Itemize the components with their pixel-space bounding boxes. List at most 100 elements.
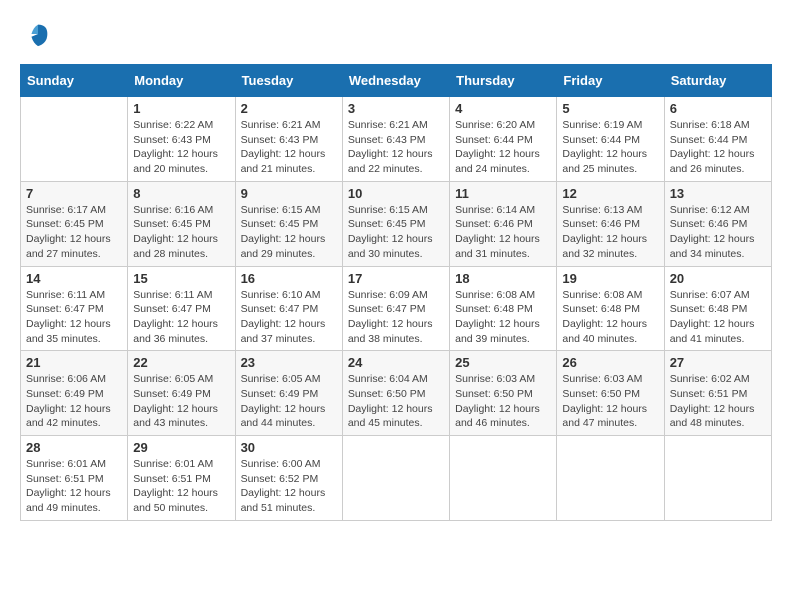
day-number: 5 xyxy=(562,101,658,116)
calendar-cell xyxy=(450,436,557,521)
sunset-text: Sunset: 6:45 PM xyxy=(348,218,426,230)
sunset-text: Sunset: 6:50 PM xyxy=(455,388,533,400)
calendar-cell: 14 Sunrise: 6:11 AM Sunset: 6:47 PM Dayl… xyxy=(21,266,128,351)
day-number: 22 xyxy=(133,355,229,370)
sunrise-text: Sunrise: 6:15 AM xyxy=(241,204,321,216)
logo xyxy=(20,20,52,48)
sunrise-text: Sunrise: 6:18 AM xyxy=(670,119,750,131)
day-number: 8 xyxy=(133,186,229,201)
daylight-text: Daylight: 12 hours and 20 minutes. xyxy=(133,148,218,175)
calendar-cell: 17 Sunrise: 6:09 AM Sunset: 6:47 PM Dayl… xyxy=(342,266,449,351)
calendar-cell: 20 Sunrise: 6:07 AM Sunset: 6:48 PM Dayl… xyxy=(664,266,771,351)
calendar-cell xyxy=(342,436,449,521)
daylight-text: Daylight: 12 hours and 35 minutes. xyxy=(26,318,111,345)
daylight-text: Daylight: 12 hours and 29 minutes. xyxy=(241,233,326,260)
day-number: 30 xyxy=(241,440,337,455)
calendar-week-2: 7 Sunrise: 6:17 AM Sunset: 6:45 PM Dayli… xyxy=(21,181,772,266)
calendar-week-5: 28 Sunrise: 6:01 AM Sunset: 6:51 PM Dayl… xyxy=(21,436,772,521)
sunset-text: Sunset: 6:51 PM xyxy=(670,388,748,400)
day-info: Sunrise: 6:18 AM Sunset: 6:44 PM Dayligh… xyxy=(670,118,766,177)
day-info: Sunrise: 6:06 AM Sunset: 6:49 PM Dayligh… xyxy=(26,372,122,431)
calendar-cell: 16 Sunrise: 6:10 AM Sunset: 6:47 PM Dayl… xyxy=(235,266,342,351)
daylight-text: Daylight: 12 hours and 27 minutes. xyxy=(26,233,111,260)
day-info: Sunrise: 6:08 AM Sunset: 6:48 PM Dayligh… xyxy=(562,288,658,347)
calendar-cell: 4 Sunrise: 6:20 AM Sunset: 6:44 PM Dayli… xyxy=(450,97,557,182)
day-number: 11 xyxy=(455,186,551,201)
day-info: Sunrise: 6:22 AM Sunset: 6:43 PM Dayligh… xyxy=(133,118,229,177)
day-info: Sunrise: 6:19 AM Sunset: 6:44 PM Dayligh… xyxy=(562,118,658,177)
calendar-table: SundayMondayTuesdayWednesdayThursdayFrid… xyxy=(20,64,772,521)
calendar-cell: 21 Sunrise: 6:06 AM Sunset: 6:49 PM Dayl… xyxy=(21,351,128,436)
day-info: Sunrise: 6:00 AM Sunset: 6:52 PM Dayligh… xyxy=(241,457,337,516)
sunset-text: Sunset: 6:51 PM xyxy=(26,473,104,485)
day-number: 24 xyxy=(348,355,444,370)
sunrise-text: Sunrise: 6:13 AM xyxy=(562,204,642,216)
day-info: Sunrise: 6:21 AM Sunset: 6:43 PM Dayligh… xyxy=(348,118,444,177)
daylight-text: Daylight: 12 hours and 37 minutes. xyxy=(241,318,326,345)
sunrise-text: Sunrise: 6:16 AM xyxy=(133,204,213,216)
sunrise-text: Sunrise: 6:15 AM xyxy=(348,204,428,216)
calendar-cell: 18 Sunrise: 6:08 AM Sunset: 6:48 PM Dayl… xyxy=(450,266,557,351)
daylight-text: Daylight: 12 hours and 31 minutes. xyxy=(455,233,540,260)
daylight-text: Daylight: 12 hours and 41 minutes. xyxy=(670,318,755,345)
calendar-cell: 19 Sunrise: 6:08 AM Sunset: 6:48 PM Dayl… xyxy=(557,266,664,351)
sunrise-text: Sunrise: 6:22 AM xyxy=(133,119,213,131)
sunset-text: Sunset: 6:45 PM xyxy=(241,218,319,230)
sunset-text: Sunset: 6:44 PM xyxy=(670,134,748,146)
day-number: 3 xyxy=(348,101,444,116)
sunset-text: Sunset: 6:44 PM xyxy=(562,134,640,146)
day-number: 21 xyxy=(26,355,122,370)
sunset-text: Sunset: 6:46 PM xyxy=(562,218,640,230)
sunset-text: Sunset: 6:47 PM xyxy=(133,303,211,315)
day-info: Sunrise: 6:02 AM Sunset: 6:51 PM Dayligh… xyxy=(670,372,766,431)
sunrise-text: Sunrise: 6:01 AM xyxy=(26,458,106,470)
day-number: 4 xyxy=(455,101,551,116)
daylight-text: Daylight: 12 hours and 42 minutes. xyxy=(26,403,111,430)
calendar-cell: 13 Sunrise: 6:12 AM Sunset: 6:46 PM Dayl… xyxy=(664,181,771,266)
day-number: 6 xyxy=(670,101,766,116)
sunset-text: Sunset: 6:46 PM xyxy=(670,218,748,230)
daylight-text: Daylight: 12 hours and 30 minutes. xyxy=(348,233,433,260)
daylight-text: Daylight: 12 hours and 44 minutes. xyxy=(241,403,326,430)
day-number: 14 xyxy=(26,271,122,286)
calendar-cell: 15 Sunrise: 6:11 AM Sunset: 6:47 PM Dayl… xyxy=(128,266,235,351)
day-number: 19 xyxy=(562,271,658,286)
sunset-text: Sunset: 6:49 PM xyxy=(241,388,319,400)
day-info: Sunrise: 6:20 AM Sunset: 6:44 PM Dayligh… xyxy=(455,118,551,177)
sunrise-text: Sunrise: 6:10 AM xyxy=(241,289,321,301)
calendar-cell: 9 Sunrise: 6:15 AM Sunset: 6:45 PM Dayli… xyxy=(235,181,342,266)
day-info: Sunrise: 6:12 AM Sunset: 6:46 PM Dayligh… xyxy=(670,203,766,262)
sunset-text: Sunset: 6:48 PM xyxy=(670,303,748,315)
sunrise-text: Sunrise: 6:04 AM xyxy=(348,373,428,385)
day-info: Sunrise: 6:16 AM Sunset: 6:45 PM Dayligh… xyxy=(133,203,229,262)
calendar-cell: 1 Sunrise: 6:22 AM Sunset: 6:43 PM Dayli… xyxy=(128,97,235,182)
sunset-text: Sunset: 6:50 PM xyxy=(348,388,426,400)
day-number: 17 xyxy=(348,271,444,286)
day-info: Sunrise: 6:21 AM Sunset: 6:43 PM Dayligh… xyxy=(241,118,337,177)
sunset-text: Sunset: 6:47 PM xyxy=(241,303,319,315)
calendar-cell: 11 Sunrise: 6:14 AM Sunset: 6:46 PM Dayl… xyxy=(450,181,557,266)
daylight-text: Daylight: 12 hours and 40 minutes. xyxy=(562,318,647,345)
sunrise-text: Sunrise: 6:00 AM xyxy=(241,458,321,470)
day-number: 18 xyxy=(455,271,551,286)
sunset-text: Sunset: 6:46 PM xyxy=(455,218,533,230)
daylight-text: Daylight: 12 hours and 22 minutes. xyxy=(348,148,433,175)
calendar-cell xyxy=(21,97,128,182)
day-info: Sunrise: 6:10 AM Sunset: 6:47 PM Dayligh… xyxy=(241,288,337,347)
weekday-header-monday: Monday xyxy=(128,65,235,97)
daylight-text: Daylight: 12 hours and 48 minutes. xyxy=(670,403,755,430)
sunset-text: Sunset: 6:45 PM xyxy=(26,218,104,230)
sunrise-text: Sunrise: 6:21 AM xyxy=(348,119,428,131)
sunrise-text: Sunrise: 6:08 AM xyxy=(455,289,535,301)
sunset-text: Sunset: 6:48 PM xyxy=(562,303,640,315)
sunset-text: Sunset: 6:52 PM xyxy=(241,473,319,485)
sunrise-text: Sunrise: 6:01 AM xyxy=(133,458,213,470)
daylight-text: Daylight: 12 hours and 47 minutes. xyxy=(562,403,647,430)
daylight-text: Daylight: 12 hours and 50 minutes. xyxy=(133,487,218,514)
daylight-text: Daylight: 12 hours and 24 minutes. xyxy=(455,148,540,175)
calendar-cell: 7 Sunrise: 6:17 AM Sunset: 6:45 PM Dayli… xyxy=(21,181,128,266)
sunset-text: Sunset: 6:50 PM xyxy=(562,388,640,400)
weekday-header-friday: Friday xyxy=(557,65,664,97)
sunrise-text: Sunrise: 6:05 AM xyxy=(133,373,213,385)
sunrise-text: Sunrise: 6:02 AM xyxy=(670,373,750,385)
